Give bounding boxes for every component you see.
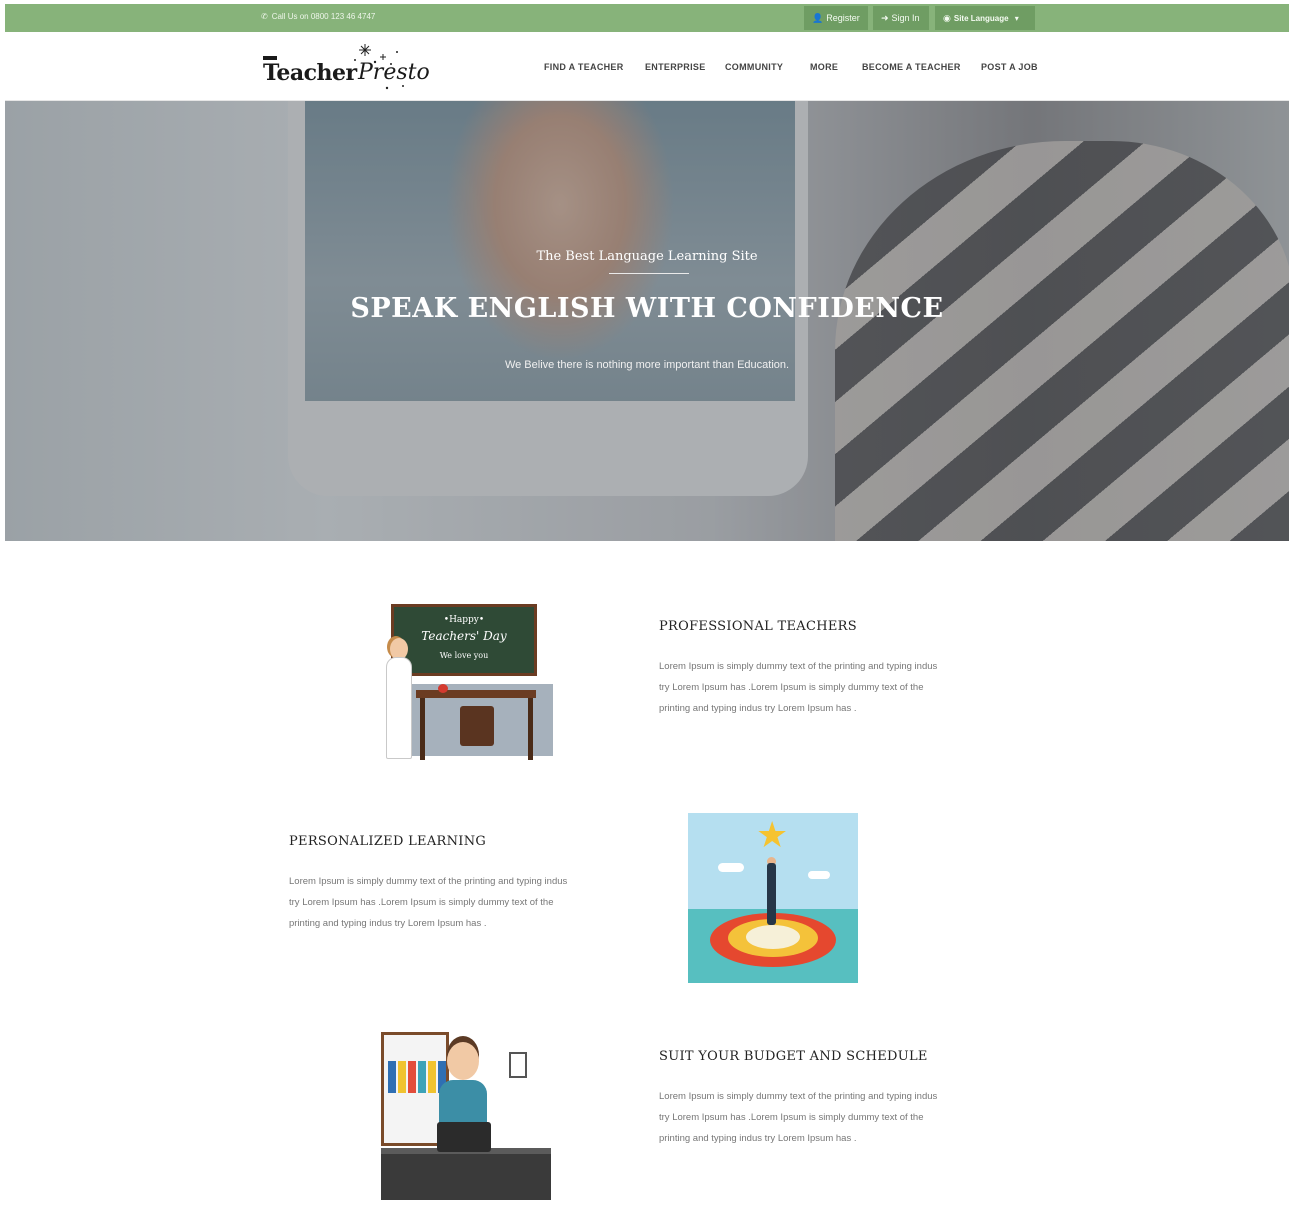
binder — [428, 1061, 436, 1093]
chalkboard: •Happy• Teachers' Day We love you — [391, 604, 537, 676]
logo-text-presto: Presto — [358, 60, 430, 85]
hero-title: SPEAK ENGLISH WITH CONFIDENCE — [350, 293, 944, 324]
binder — [388, 1061, 396, 1093]
page: ✆ Call Us on 0800 123 46 4747 👤 Register ➜… — [5, 4, 1289, 1207]
call-us-text: Call Us on 0800 123 46 4747 — [271, 12, 376, 21]
desk — [381, 1154, 551, 1200]
feature-title-professional-teachers: PROFESSIONAL TEACHERS — [659, 619, 857, 634]
sign-in-label: Sign In — [891, 13, 920, 23]
busy-worker-illustration — [379, 1030, 554, 1200]
hero-tagline: The Best Language Learning Site — [536, 249, 758, 264]
register-button[interactable]: 👤 Register — [804, 6, 868, 30]
chevron-down-icon: ▾ — [1014, 14, 1019, 23]
worker-head — [447, 1042, 479, 1080]
teacher-figure — [386, 657, 412, 759]
globe-icon: ◉ — [943, 13, 951, 23]
binder — [408, 1061, 416, 1093]
binder — [418, 1061, 426, 1093]
feature-title-personalized-learning: PERSONALIZED LEARNING — [289, 834, 487, 849]
register-label: Register — [826, 13, 860, 23]
person-figure — [767, 863, 776, 925]
nav-community[interactable]: COMMUNITY — [725, 62, 783, 72]
target-star-illustration: ★ — [688, 813, 858, 983]
nav-find-a-teacher[interactable]: FIND A TEACHER — [544, 62, 624, 72]
site-header: Teacher Presto FIND A TEACHER ENTERPRISE… — [5, 32, 1289, 101]
clipboard-icon — [509, 1052, 527, 1078]
hero-banner: The Best Language Learning Site SPEAK EN… — [5, 101, 1289, 541]
logo[interactable]: Teacher Presto — [263, 40, 433, 92]
nav-more[interactable]: MORE — [810, 62, 838, 72]
chalkboard-line-1: •Happy• — [443, 615, 485, 625]
sign-in-icon: ➜ — [881, 13, 889, 23]
logo-text-teacher: Teacher — [263, 60, 357, 86]
nav-post-a-job[interactable]: POST A JOB — [981, 62, 1038, 72]
sign-in-button[interactable]: ➜ Sign In — [873, 6, 929, 30]
site-language-dropdown[interactable]: ◉ Site Language ▾ — [935, 6, 1035, 30]
call-us-info: ✆ Call Us on 0800 123 46 4747 — [261, 12, 375, 21]
chalkboard-line-2: Teachers' Day — [421, 629, 507, 643]
site-language-label: Site Language — [953, 14, 1009, 23]
binder — [398, 1061, 406, 1093]
hero-divider — [609, 273, 689, 274]
chalkboard-line-3: We love you — [439, 651, 489, 660]
hero-subtitle: We Belive there is nothing more importan… — [504, 359, 790, 371]
phone-icon: ✆ — [261, 12, 268, 21]
feature-body-personalized-learning: Lorem Ipsum is simply dummy text of the … — [289, 876, 568, 929]
feature-title-budget-schedule: SUIT YOUR BUDGET AND SCHEDULE — [659, 1049, 928, 1064]
desk-leg — [420, 698, 425, 760]
desk-leg — [528, 698, 533, 760]
cloud — [718, 863, 744, 872]
laptop-icon — [437, 1122, 491, 1152]
apple-icon — [438, 684, 448, 693]
cloud — [808, 871, 830, 879]
target-inner-ring — [746, 925, 800, 949]
feature-body-professional-teachers: Lorem Ipsum is simply dummy text of the … — [659, 661, 938, 714]
nav-become-a-teacher[interactable]: BECOME A TEACHER — [862, 62, 961, 72]
nav-enterprise[interactable]: ENTERPRISE — [645, 62, 706, 72]
star-icon: ★ — [756, 814, 789, 855]
chair — [460, 706, 494, 746]
top-bar: ✆ Call Us on 0800 123 46 4747 👤 Register ➜… — [5, 4, 1289, 32]
teachers-day-illustration: •Happy• Teachers' Day We love you — [378, 602, 553, 762]
feature-body-budget-schedule: Lorem Ipsum is simply dummy text of the … — [659, 1091, 938, 1144]
user-icon: 👤 — [812, 13, 824, 23]
desk — [416, 690, 536, 698]
